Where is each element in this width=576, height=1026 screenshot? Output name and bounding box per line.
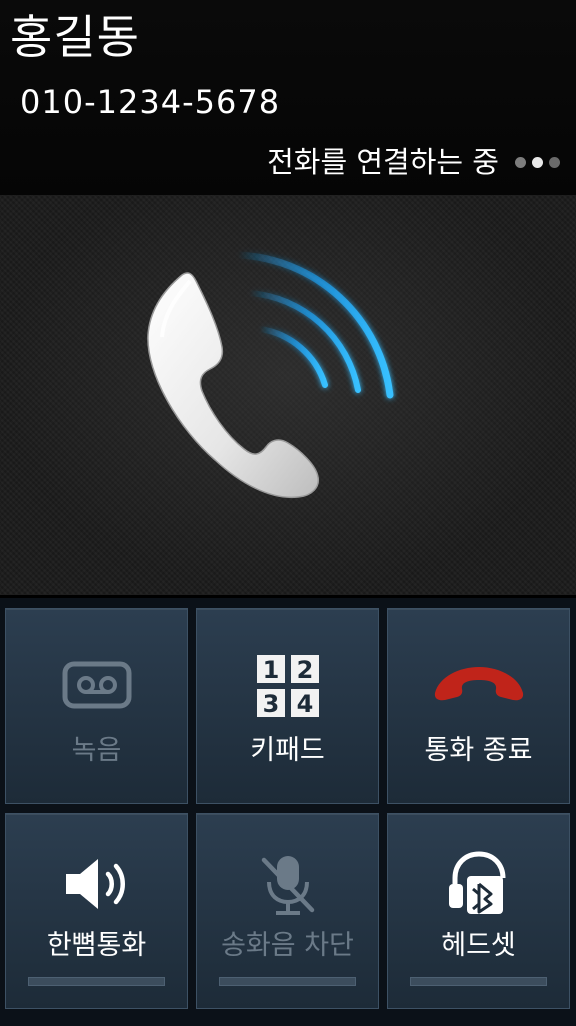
muted-mic-icon bbox=[261, 856, 314, 915]
mute-label: 송화음 차단 bbox=[221, 930, 354, 961]
call-status: 전화를 연결하는 중 bbox=[267, 140, 560, 184]
progress-dot bbox=[515, 156, 526, 168]
end-call-label: 통화 종료 bbox=[424, 735, 533, 766]
call-status-text: 전화를 연결하는 중 bbox=[267, 145, 499, 179]
speaker-toggle-indicator bbox=[28, 977, 165, 986]
record-label: 녹음 bbox=[71, 735, 122, 766]
call-controls: 녹음 1 2 3 4 키패드 통화 종료 한뼘통화 송화음 차단 헤드셋 bbox=[0, 598, 576, 1026]
record-button[interactable]: 녹음 bbox=[5, 608, 188, 804]
caller-name: 홍길동 bbox=[10, 10, 140, 64]
progress-dot bbox=[549, 156, 560, 168]
progress-dots-icon bbox=[509, 156, 560, 168]
headset-button[interactable]: 헤드셋 bbox=[387, 813, 570, 1009]
headset-toggle-indicator bbox=[410, 977, 547, 986]
headset-label: 헤드셋 bbox=[441, 930, 516, 961]
cassette-icon bbox=[62, 661, 131, 709]
speaker-icon bbox=[65, 859, 125, 909]
calling-handset-icon bbox=[147, 251, 394, 499]
keypad-digit: 2 bbox=[296, 656, 313, 684]
keypad-digit: 4 bbox=[296, 690, 313, 718]
caller-number: 010-1234-5678 bbox=[20, 83, 281, 121]
calling-animation-area bbox=[0, 195, 576, 595]
progress-dot bbox=[532, 156, 543, 168]
keypad-digit: 3 bbox=[262, 690, 279, 718]
bluetooth-headset-icon bbox=[448, 851, 505, 914]
signal-waves bbox=[234, 251, 394, 399]
mute-toggle-indicator bbox=[219, 977, 356, 986]
keypad-digit: 1 bbox=[262, 656, 279, 684]
mute-button[interactable]: 송화음 차단 bbox=[196, 813, 379, 1009]
end-call-icon bbox=[434, 667, 523, 701]
keypad-button[interactable]: 1 2 3 4 키패드 bbox=[196, 608, 379, 804]
in-call-screen: 홍길동 010-1234-5678 전화를 연결하는 중 녹음 1 2 3 4 … bbox=[0, 0, 576, 1026]
call-header: 홍길동 010-1234-5678 전화를 연결하는 중 bbox=[0, 0, 576, 195]
keypad-icon: 1 2 3 4 bbox=[256, 655, 319, 718]
speaker-button[interactable]: 한뼘통화 bbox=[5, 813, 188, 1009]
end-call-button[interactable]: 통화 종료 bbox=[387, 608, 570, 804]
speaker-label: 한뼘통화 bbox=[46, 930, 147, 961]
keypad-label: 키패드 bbox=[250, 735, 325, 766]
